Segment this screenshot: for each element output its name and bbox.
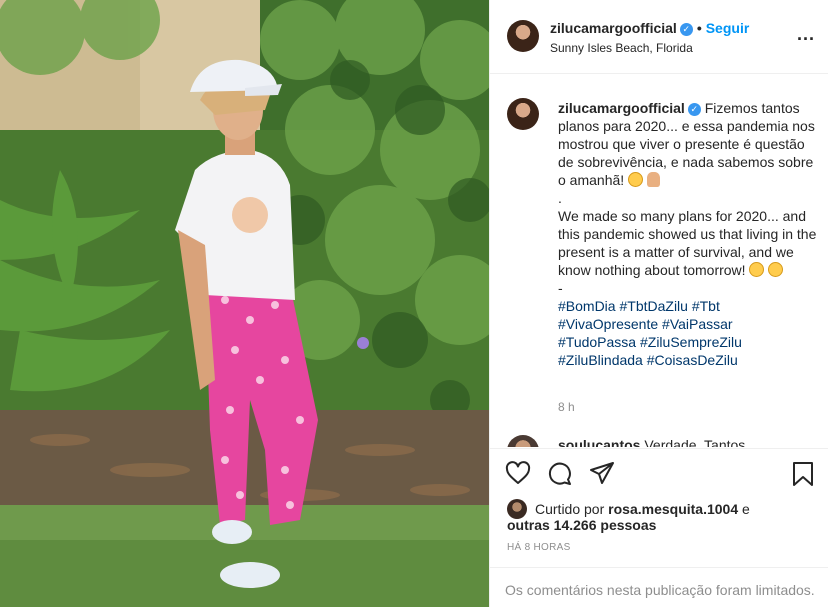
post-header: zilucamargoofficial ✓ • Seguir Sunny Isles … xyxy=(490,0,828,74)
caption-username[interactable]: zilucamargoofficial xyxy=(558,100,685,116)
hashtag-link[interactable]: #Tbt xyxy=(692,298,720,314)
comment-body: Verdade. Tantos xyxy=(644,437,746,447)
hashtag-link[interactable]: #VaiPassar xyxy=(662,316,733,332)
caption-avatar[interactable] xyxy=(507,98,539,130)
post-location[interactable]: Sunny Isles Beach, Florida xyxy=(550,41,693,55)
hashtag-link[interactable]: #TudoPassa xyxy=(558,334,636,350)
separator-dot: • xyxy=(696,20,702,36)
liked-conjunction: e xyxy=(742,501,750,517)
verified-icon: ✓ xyxy=(679,23,693,36)
smile-emoji-icon xyxy=(628,172,644,187)
hashtag-link[interactable]: #TbtDaZilu xyxy=(619,298,687,314)
liker-avatar[interactable] xyxy=(507,499,527,519)
author-avatar[interactable] xyxy=(507,20,539,52)
author-username[interactable]: zilucamargoofficial xyxy=(550,20,677,36)
share-icon[interactable] xyxy=(589,461,615,485)
post-timestamp[interactable]: HÁ 8 HORAS xyxy=(507,542,571,553)
comment-text: soulucantos Verdade. Tantos xyxy=(558,437,818,447)
caption-time[interactable]: 8 h xyxy=(558,400,575,414)
comments-limited-text: Os comentários nesta publicação foram li… xyxy=(505,582,815,598)
wink-emoji-icon xyxy=(749,262,765,277)
likes-count[interactable]: outras 14.266 pessoas xyxy=(507,517,656,533)
liker-username[interactable]: rosa.mesquita.1004 xyxy=(608,501,738,517)
heart-icon[interactable] xyxy=(505,461,531,485)
caption-dot: . xyxy=(558,190,562,206)
post-side-panel: zilucamargoofficial ✓ • Seguir Sunny Isles … xyxy=(489,0,828,607)
post-actions: Curtido por rosa.mesquita.1004 e outras … xyxy=(490,448,828,607)
instagram-post: zilucamargoofficial ✓ • Seguir Sunny Isles … xyxy=(0,0,828,607)
hashtag-link[interactable]: #ZiluBlindada xyxy=(558,352,643,368)
commenter-avatar[interactable] xyxy=(507,435,539,447)
liked-by-line: Curtido por rosa.mesquita.1004 e xyxy=(535,501,750,517)
commenter-username[interactable]: soulucantos xyxy=(558,437,640,447)
praying-hands-emoji-icon xyxy=(646,172,660,187)
save-icon[interactable] xyxy=(791,461,815,487)
caption-dash: - xyxy=(558,280,563,296)
author-line: zilucamargoofficial ✓ • Seguir xyxy=(550,20,749,36)
more-label: ... xyxy=(796,24,815,44)
hashtag-link[interactable]: #ZiluSempreZilu xyxy=(640,334,742,350)
kiss-emoji-icon xyxy=(768,262,784,277)
post-photo[interactable] xyxy=(0,0,489,607)
hashtag-link[interactable]: #BomDia xyxy=(558,298,616,314)
comments-area[interactable]: zilucamargoofficial ✓ Fizemos tantos plan… xyxy=(490,75,828,447)
comment-icon[interactable] xyxy=(547,461,573,485)
follow-button[interactable]: Seguir xyxy=(706,20,750,36)
caption-text: zilucamargoofficial ✓ Fizemos tantos plan… xyxy=(558,99,820,369)
verified-icon: ✓ xyxy=(687,103,701,116)
comments-limited-bar: Os comentários nesta publicação foram li… xyxy=(490,567,828,607)
liked-prefix: Curtido por xyxy=(535,501,605,517)
photo-illustration xyxy=(0,0,489,607)
more-icon[interactable]: ... xyxy=(797,25,815,43)
hashtag-link[interactable]: #CoisasDeZilu xyxy=(647,352,738,368)
hashtag-link[interactable]: #VivaOpresente xyxy=(558,316,658,332)
